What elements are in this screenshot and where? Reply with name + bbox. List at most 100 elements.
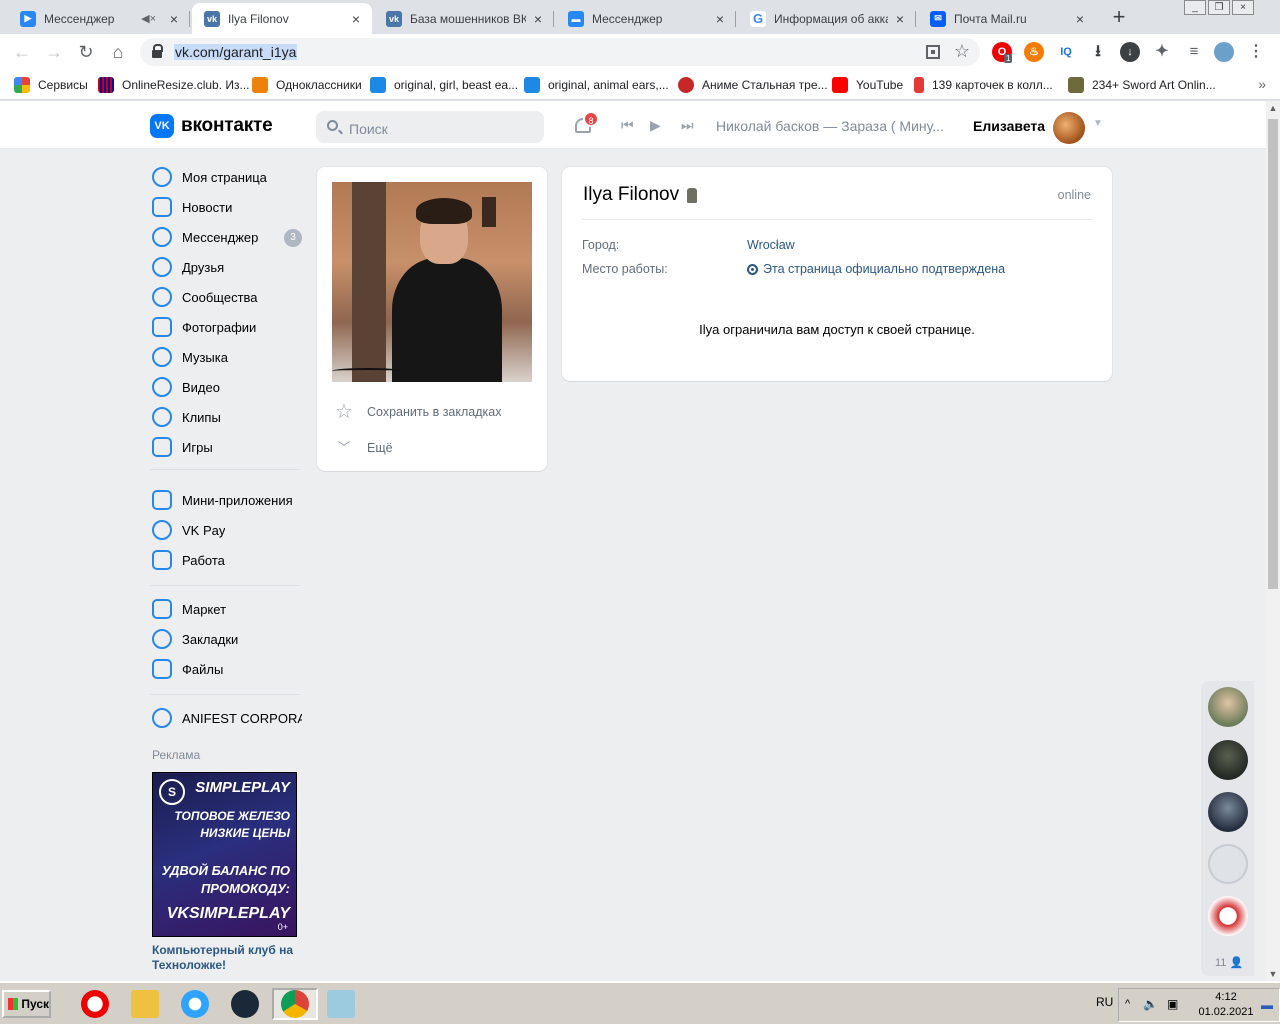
url-text[interactable]: vk.com/garant_i1ya (174, 44, 298, 60)
menu-item-vk-pay[interactable]: VK Pay (150, 516, 302, 544)
chat-avatar[interactable] (1208, 792, 1248, 832)
bookmark-youtube[interactable]: YouTube (832, 77, 903, 93)
speaker-muted-icon[interactable]: ◀× (141, 12, 156, 25)
next-track-icon[interactable]: ⏭ (681, 117, 694, 134)
close-icon[interactable]: × (530, 11, 546, 27)
menu-item-mini-apps[interactable]: Мини-приложения (150, 486, 302, 514)
bookmark-139-cards[interactable]: 139 карточек в колл... (914, 77, 1053, 93)
bookmark-original-girl[interactable]: original, girl, beast ea... (370, 77, 518, 93)
profile-avatar-icon[interactable] (1214, 42, 1234, 62)
media-control-icon[interactable]: ≡ (1184, 42, 1204, 62)
search-input[interactable]: Поиск (316, 111, 544, 143)
save-to-bookmarks-button[interactable]: ☆ Сохранить в закладках (333, 401, 501, 423)
star-bookmark-icon[interactable]: ☆ (954, 41, 970, 62)
vk-logo[interactable]: VK вконтакте (150, 114, 273, 138)
chat-avatar-default-dog-icon[interactable] (1208, 844, 1248, 884)
start-button[interactable]: Пуск (2, 990, 51, 1018)
notifications-button[interactable]: 8 (572, 111, 599, 137)
profile-photo[interactable] (332, 182, 532, 382)
tab-messenger-2[interactable]: ▬ Мессенджер × (556, 3, 736, 34)
network-icon[interactable]: ▣ (1167, 997, 1178, 1011)
menu-item-friends[interactable]: Друзья (150, 253, 302, 281)
close-icon[interactable]: × (1072, 11, 1088, 27)
desktop-icon[interactable]: ▬ (1261, 998, 1273, 1012)
bookmark-onlineresize[interactable]: OnlineResize.club. Из... (98, 77, 250, 93)
menu-item-clips[interactable]: Клипы (150, 403, 302, 431)
tab-messenger-1[interactable]: ▶ Мессенджер ◀× × (8, 3, 190, 34)
lock-icon[interactable] (152, 44, 163, 58)
menu-item-anifest[interactable]: ANIFEST CORPORA... (150, 704, 302, 732)
download-icon[interactable]: ⭳ (1088, 42, 1108, 62)
ad-banner[interactable]: S SimplePlay ТОПОВОЕ ЖЕЛЕЗО НИЗКИЕ ЦЕНЫ … (152, 772, 297, 937)
bookmark-sword-art[interactable]: 234+ Sword Art Onlin... (1068, 77, 1216, 93)
language-indicator[interactable]: RU (1096, 995, 1113, 1009)
tab-mail-ru[interactable]: ✉ Почта Mail.ru × (918, 3, 1096, 34)
opera-taskbar-icon[interactable] (78, 988, 112, 1020)
tray-expand-icon[interactable]: ^ (1125, 998, 1130, 1010)
page-scrollbar[interactable]: ▲ ▼ (1266, 101, 1280, 981)
ad-caption[interactable]: Компьютерный клуб на Техноложке! (152, 943, 302, 973)
bookmark-original-animal[interactable]: original, animal ears,... (524, 77, 669, 93)
chat-avatar[interactable] (1208, 687, 1248, 727)
forward-button[interactable]: → (42, 40, 66, 64)
iq-extension-icon[interactable]: IQ (1056, 42, 1076, 62)
qr-code-icon[interactable] (926, 45, 940, 59)
menu-kebab-icon[interactable]: ⋮ (1246, 42, 1266, 62)
work-link[interactable]: Эта страница официально подтверждена (747, 262, 1005, 276)
menu-item-files[interactable]: Файлы (150, 655, 302, 683)
chrome-taskbar-icon[interactable] (272, 988, 318, 1020)
tab-fraud-database[interactable]: vk База мошенников ВКон × (374, 3, 554, 34)
minimize-button[interactable]: _ (1184, 0, 1206, 15)
scrollbar-thumb[interactable] (1268, 119, 1278, 589)
chat-avatar[interactable] (1208, 896, 1248, 936)
reload-button[interactable]: ↻ (74, 40, 98, 64)
menu-item-work[interactable]: Работа (150, 546, 302, 574)
menu-item-communities[interactable]: Сообщества (150, 283, 302, 311)
avatar[interactable] (1053, 112, 1085, 144)
fire-extension-icon[interactable]: ♨ (1024, 42, 1044, 62)
menu-item-music[interactable]: Музыка (150, 343, 302, 371)
menu-item-bookmarks[interactable]: Закладки (150, 625, 302, 653)
bookmark-anime[interactable]: Аниме Стальная тре... (678, 77, 828, 93)
puzzle-extensions-icon[interactable]: ✦ (1152, 42, 1172, 62)
more-actions-button[interactable]: ﹀ Ещё (333, 437, 392, 459)
close-icon[interactable]: × (892, 11, 908, 27)
speaker-icon[interactable]: 🔈 (1143, 997, 1158, 1011)
city-link[interactable]: Wrocław (747, 238, 795, 252)
close-icon[interactable]: × (348, 11, 364, 27)
bookmark-services[interactable]: Сервисы (14, 77, 88, 93)
new-tab-button[interactable]: + (1106, 6, 1132, 30)
clock[interactable]: 4:12 01.02.2021 (1196, 990, 1256, 1020)
browser-taskbar-icon[interactable] (178, 988, 212, 1020)
download-circle-icon[interactable]: ↓ (1120, 42, 1140, 62)
notepad-taskbar-icon[interactable] (324, 988, 358, 1020)
previous-track-icon[interactable]: ⏮ (621, 117, 634, 134)
home-button[interactable]: ⌂ (106, 40, 130, 64)
close-icon[interactable]: × (712, 11, 728, 27)
menu-item-video[interactable]: Видео (150, 373, 302, 401)
tab-google-account[interactable]: G Информация об аккаун × (738, 3, 916, 34)
tab-ilya-filonov[interactable]: vk Ilya Filonov × (192, 3, 372, 34)
maximize-button[interactable]: ❐ (1208, 0, 1230, 15)
steam-taskbar-icon[interactable] (228, 988, 262, 1020)
chat-avatar[interactable] (1208, 740, 1248, 780)
menu-item-photos[interactable]: Фотографии (150, 313, 302, 341)
address-bar[interactable]: vk.com/garant_i1ya ☆ (140, 38, 980, 66)
explorer-taskbar-icon[interactable] (128, 988, 162, 1020)
menu-item-market[interactable]: Маркет (150, 595, 302, 623)
menu-item-messenger[interactable]: Мессенджер 3 (150, 223, 302, 251)
close-window-button[interactable]: × (1232, 0, 1254, 15)
play-icon[interactable]: ▶ (650, 117, 661, 134)
now-playing-track[interactable]: Николай басков — Зараза ( Мину... (716, 118, 944, 134)
more-bookmarks-icon[interactable]: » (1258, 76, 1266, 92)
close-icon[interactable]: × (166, 11, 182, 27)
back-button[interactable]: ← (10, 40, 34, 64)
user-name[interactable]: Елизавета (973, 118, 1045, 134)
menu-item-news[interactable]: Новости (150, 193, 302, 221)
bookmark-odnoklassniki[interactable]: Одноклассники (252, 77, 362, 93)
scroll-down-icon[interactable]: ▼ (1266, 967, 1280, 981)
scroll-up-icon[interactable]: ▲ (1266, 101, 1280, 115)
chevron-down-icon[interactable]: ▼ (1093, 118, 1103, 129)
menu-item-my-page[interactable]: Моя страница (150, 163, 302, 191)
menu-item-games[interactable]: Игры (150, 433, 302, 461)
